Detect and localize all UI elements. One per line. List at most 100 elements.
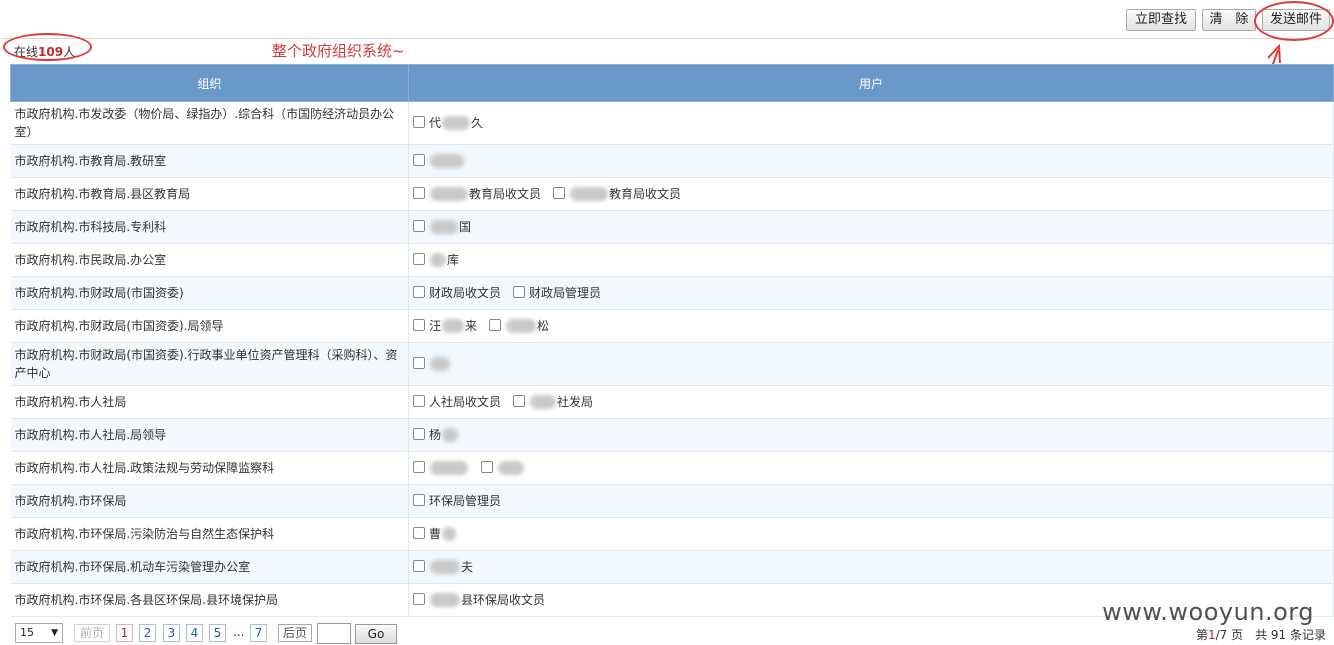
user-name-part: 环保局管理员 — [429, 494, 502, 508]
user-option[interactable]: 财政局管理员 — [513, 284, 601, 302]
user-checkbox[interactable] — [553, 187, 566, 199]
user-name-part: 松 — [537, 319, 550, 333]
org-cell: 市政府机构.市环保局 — [10, 484, 409, 518]
user-option[interactable]: 教育局收文员 — [413, 185, 541, 203]
user-option[interactable]: 曹 — [413, 525, 457, 543]
user-name-part: 来 — [465, 319, 478, 333]
user-option[interactable]: 国 — [413, 218, 471, 236]
page-number-input[interactable] — [317, 623, 351, 644]
table-row: 市政府机构.市教育局.县区教育局 教育局收文员 教育局收文员 — [10, 177, 1334, 211]
page-link-5[interactable]: 5 — [209, 624, 226, 642]
user-checkbox[interactable] — [489, 319, 502, 331]
user-checkbox[interactable] — [413, 494, 425, 506]
page-info: 第1/7 页 共 91 条记录 — [1196, 626, 1326, 643]
user-option[interactable]: 教育局收文员 — [553, 185, 681, 203]
user-option[interactable]: 县环保局收文员 — [413, 591, 545, 609]
user-name-part: 汪 — [429, 319, 442, 333]
redacted-mask — [442, 116, 471, 130]
org-cell: 市政府机构.市科技局.专利科 — [10, 210, 409, 244]
org-cell: 市政府机构.市财政局(市国资委).行政事业单位资产管理科（采购科）、资产中心 — [10, 342, 409, 386]
top-toolbar: 立即查找 清 除 发送邮件 — [0, 0, 1334, 39]
users-cell: 环保局管理员 — [408, 484, 1334, 518]
org-cell: 市政府机构.市人社局.局领导 — [10, 418, 409, 452]
user-checkbox[interactable] — [413, 187, 425, 199]
user-checkbox[interactable] — [413, 428, 425, 440]
user-checkbox[interactable] — [413, 253, 425, 265]
user-checkbox[interactable] — [413, 560, 425, 572]
org-cell: 市政府机构.市环保局.各县区环保局.县环境保护局 — [10, 583, 409, 617]
user-checkbox[interactable] — [413, 593, 425, 605]
redacted-mask — [430, 357, 450, 371]
user-checkbox[interactable] — [413, 116, 425, 128]
org-cell: 市政府机构.市人社局 — [10, 385, 409, 419]
user-checkbox[interactable] — [513, 286, 526, 298]
user-checkbox[interactable] — [413, 461, 425, 473]
header-organization[interactable]: 组织 — [10, 64, 409, 102]
user-name-part: 杨 — [429, 428, 442, 442]
user-checkbox[interactable] — [413, 527, 425, 539]
search-now-button[interactable]: 立即查找 — [1126, 9, 1196, 31]
user-option[interactable] — [413, 152, 465, 170]
page-link-1[interactable]: 1 — [116, 624, 133, 642]
page-link-4[interactable]: 4 — [186, 624, 203, 642]
user-checkbox[interactable] — [481, 461, 493, 473]
org-user-table: 组织 用户 市政府机构.市发改委（物价局、绿指办）.综合科（市国防经济动员办公室… — [10, 64, 1334, 617]
org-cell: 市政府机构.市人社局.政策法规与劳动保障监察科 — [10, 451, 409, 485]
table-row: 市政府机构.市财政局(市国资委).行政事业单位资产管理科（采购科）、资产中心 — [10, 342, 1334, 386]
user-option[interactable]: 人社局收文员 — [413, 393, 501, 411]
redacted-mask — [430, 220, 458, 234]
table-row: 市政府机构.市人社局 人社局收文员 社发局 — [10, 385, 1334, 419]
page-info-prefix: 第 — [1195, 628, 1208, 642]
user-checkbox[interactable] — [413, 357, 425, 369]
user-name-part: 社发局 — [557, 395, 594, 409]
users-cell: 库 — [408, 243, 1334, 277]
page-size-select[interactable]: 15 ▼ — [15, 623, 63, 643]
redacted-mask — [506, 319, 537, 333]
header-users[interactable]: 用户 — [408, 64, 1334, 102]
prev-page-button[interactable]: 前页 — [74, 624, 110, 642]
user-name-part: 县环保局收文员 — [461, 593, 546, 607]
table-body: 市政府机构.市发改委（物价局、绿指办）.综合科（市国防经济动员办公室）代久市政府… — [10, 101, 1334, 617]
user-checkbox[interactable] — [513, 395, 526, 407]
clear-button[interactable]: 清 除 — [1202, 9, 1256, 31]
page-size-value: 15 — [20, 626, 34, 639]
redacted-mask — [530, 395, 557, 409]
user-name-part: 库 — [447, 253, 460, 267]
page-link-3[interactable]: 3 — [163, 624, 180, 642]
user-option[interactable]: 杨 — [413, 426, 459, 444]
user-option[interactable]: 松 — [489, 317, 549, 335]
page-link-7[interactable]: 7 — [250, 624, 267, 642]
user-option[interactable]: 环保局管理员 — [413, 492, 501, 510]
user-option[interactable]: 代久 — [413, 114, 483, 132]
user-option[interactable] — [481, 459, 525, 477]
user-checkbox[interactable] — [413, 395, 425, 407]
redacted-mask — [442, 319, 465, 333]
table-row: 市政府机构.市科技局.专利科 国 — [10, 210, 1334, 244]
page-link-2[interactable]: 2 — [139, 624, 156, 642]
table-row: 市政府机构.市环保局.机动车污染管理办公室 夫 — [10, 550, 1334, 584]
go-button[interactable]: Go — [355, 624, 397, 644]
user-name-part: 代 — [429, 116, 442, 130]
user-checkbox[interactable] — [413, 220, 425, 232]
user-checkbox[interactable] — [413, 154, 425, 166]
user-checkbox[interactable] — [413, 319, 425, 331]
users-cell: 汪来松 — [408, 309, 1334, 343]
user-checkbox[interactable] — [413, 286, 425, 298]
user-option[interactable]: 财政局收文员 — [413, 284, 501, 302]
org-cell: 市政府机构.市财政局(市国资委).局领导 — [10, 309, 409, 343]
next-page-button[interactable]: 后页 — [278, 624, 312, 642]
user-option[interactable] — [413, 459, 469, 477]
user-option[interactable]: 汪来 — [413, 317, 477, 335]
redacted-mask — [430, 187, 468, 201]
user-option[interactable] — [413, 355, 451, 373]
annotation-text: 整个政府组织系统~ — [272, 42, 405, 60]
toolbar-divider — [0, 38, 1334, 39]
page-info-current: 1 — [1207, 628, 1216, 642]
user-option[interactable]: 社发局 — [513, 393, 593, 411]
user-name-part: 久 — [471, 116, 484, 130]
user-option[interactable]: 库 — [413, 251, 459, 269]
user-option[interactable]: 夫 — [413, 558, 473, 576]
users-cell: 曹 — [408, 517, 1334, 551]
redacted-mask — [570, 187, 609, 201]
user-name-part: 夫 — [461, 560, 474, 574]
